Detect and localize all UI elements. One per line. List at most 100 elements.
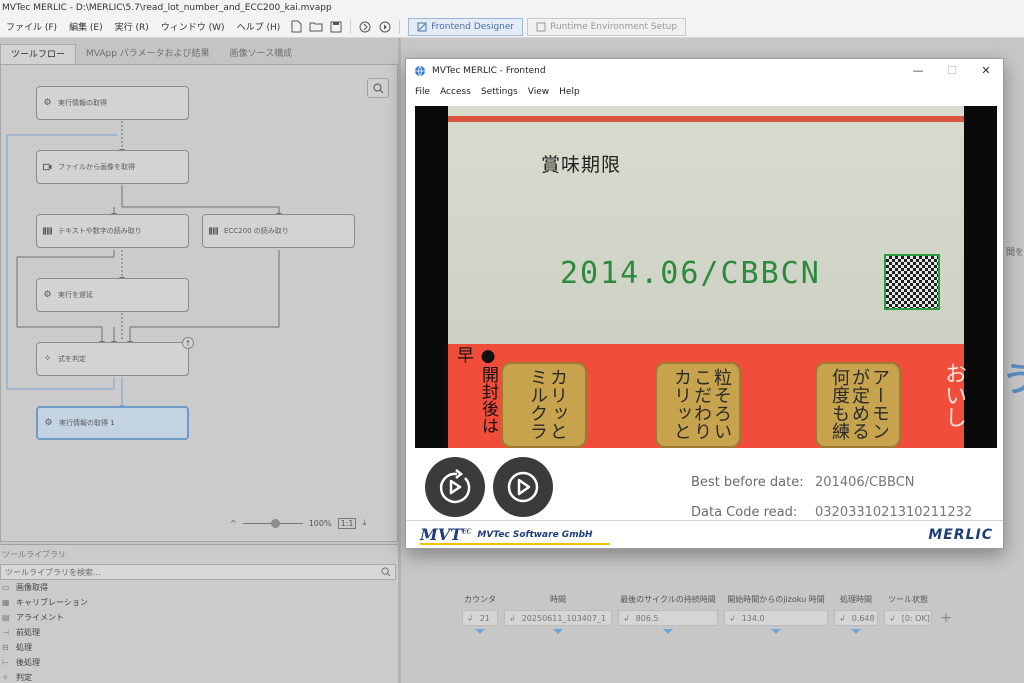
printed-lot-code: 2014.06/CBBCN [560,256,821,291]
tool-flow-canvas[interactable]: ⚙ 実行情報の取得 ファイルから画像を取得 テキストや数字の読み取り ECC20… [0,64,398,542]
expand-triangle-icon[interactable] [475,629,485,634]
results-bar: カウンタ ↲ 21 時間 ↲ 20250611_103407_1 最後のサイクルの持… [462,594,954,634]
open-folder-icon[interactable] [308,19,324,35]
package-label-text-2: 粒そろい こだわり カリッと [671,368,732,440]
gear-icon: ⚙ [43,98,52,108]
frontend-title: MVTec MERLIC - Frontend [432,65,546,76]
search-icon [381,567,391,577]
continuous-run-button[interactable] [493,457,553,517]
result-value[interactable]: ↲ 20250611_103407_1 [504,610,612,626]
zoom-slider[interactable] [242,518,303,528]
connect-arrow-icon: ↲ [889,613,896,623]
flow-node-get-exec-info-1[interactable]: ⚙ 実行情報の取得 1 [36,406,189,440]
flow-node-read-ecc200[interactable]: ECC200 の読み取り [202,214,355,248]
execution-controls [425,457,553,517]
result-since-start: 開始時間からのjizoku 時間 ↲ 134.0 [724,594,828,634]
barcode-icon [209,227,218,236]
result-value-text: 134.0 [741,613,765,623]
flow-node-label: テキストや数字の読み取り [58,227,142,235]
add-result-icon[interactable]: + [938,610,954,626]
menu-help[interactable]: ヘルプ (H) [231,20,287,33]
frontend-designer-button[interactable]: Frontend Designer [408,17,524,36]
package-label-text-3: アーモン が定める 何度も練 [829,368,890,440]
expand-triangle-icon[interactable] [771,629,781,634]
window-title: MVTec MERLIC - D:\MERLIC\5.7\read_lot_nu… [0,0,1024,16]
flow-node-label: ECC200 の読み取り [224,227,289,235]
camera-icon [43,163,52,172]
search-icon [373,83,383,93]
result-tool-state: ツール状態 ↲ [0: OK] [884,594,932,634]
flow-node-evaluate[interactable]: ✧ 式を判定 ↑ [36,337,194,376]
library-item-alignment[interactable]: ▤ アライメント [0,610,398,625]
library-item-process[interactable]: ⊟ 処理 [0,640,398,655]
tool-library-search[interactable]: ツールライブラリを検索... [0,564,396,580]
menu-file[interactable]: ファイル (F) [0,20,63,33]
runtime-setup-button[interactable]: Runtime Environment Setup [527,17,687,36]
library-item-judge[interactable]: ✧ 判定 [0,670,398,683]
save-icon[interactable] [328,19,344,35]
result-value[interactable]: ↲ 21 [462,610,498,626]
frontend-designer-label: Frontend Designer [431,21,515,32]
connect-arrow-icon: ↲ [509,613,516,623]
new-file-icon[interactable] [288,19,304,35]
gear-icon: ⚙ [43,290,52,300]
library-item-label: キャリブレーション [16,598,88,607]
minimize-icon[interactable]: — [901,59,935,82]
camera-icon: ▭ [2,583,10,592]
library-item-preprocess[interactable]: ⊣ 前処理 [0,625,398,640]
result-value-text: 20250611_103407_1 [521,613,607,623]
data-matrix-code [884,254,940,310]
tool-library: ツールライブラリ ツールライブラリを検索... ▭ 画像取得 ▦ キャリブレーション… [0,544,398,683]
library-item-label: アライメント [16,613,64,622]
flow-node-read-text[interactable]: テキストや数字の読み取り [36,214,189,248]
tab-mvapp-params[interactable]: MVApp パラメータおよび結果 [76,44,220,64]
result-value-text: 21 [479,613,490,623]
image-viewer[interactable]: 賞味期限 2014.06/CBBCN ●開封後は早 カリッと ミルクラ 粒そろい… [415,106,997,448]
close-icon[interactable]: ✕ [969,59,1003,82]
tab-image-source[interactable]: 画像ソース構成 [220,44,303,64]
data-code-value: 0320331021310211232 [815,504,973,520]
gear-icon: ⚙ [44,418,53,428]
result-value[interactable]: ↲ 0.648 [834,610,878,626]
fit-icon[interactable]: 1:1 [337,517,357,529]
connect-arrow-icon: ↲ [729,613,736,623]
result-value[interactable]: ↲ 134.0 [724,610,828,626]
menu-file[interactable]: File [410,87,435,97]
flow-node-delay[interactable]: ⚙ 実行を遅延 [36,278,189,312]
menu-settings[interactable]: Settings [476,87,523,97]
toolbar-separator [399,19,401,34]
run-single-icon[interactable] [357,19,373,35]
expand-triangle-icon[interactable] [553,629,563,634]
flow-node-get-exec-info[interactable]: ⚙ 実行情報の取得 [36,86,189,120]
download-icon[interactable]: ⤓ [362,518,366,528]
expand-triangle-icon[interactable] [851,629,861,634]
menu-help[interactable]: Help [554,87,585,97]
runtime-icon [536,22,546,31]
collapse-up-icon[interactable]: ^ [230,519,237,528]
library-item-acquire[interactable]: ▭ 画像取得 [0,580,398,595]
canvas-search-button[interactable] [367,78,389,98]
flow-node-label: 式を判定 [58,355,86,363]
result-value[interactable]: ↲ 806.5 [618,610,718,626]
result-counter: カウンタ ↲ 21 [462,594,498,634]
best-before-value: 201406/CBBCN [815,474,915,490]
expand-triangle-icon[interactable] [663,629,673,634]
continuous-run-icon [507,471,539,503]
menu-edit[interactable]: 編集 (E) [63,20,109,33]
single-run-button[interactable] [425,457,485,517]
expand-up-icon[interactable]: ↑ [182,337,194,349]
package-side-text: ●開封後は早 [453,346,498,434]
menu-access[interactable]: Access [435,87,476,97]
menu-window[interactable]: ウィンドウ (W) [155,20,231,33]
barcode-icon [43,227,52,236]
run-continuous-icon[interactable] [377,19,393,35]
library-item-postprocess[interactable]: ⊢ 後処理 [0,655,398,670]
menu-run[interactable]: 実行 (R) [109,20,155,33]
result-value[interactable]: ↲ [0: OK] [884,610,932,626]
flow-node-get-image-file[interactable]: ファイルから画像を取得 [36,150,189,184]
menu-view[interactable]: View [523,87,554,97]
tab-tool-flow[interactable]: ツールフロー [0,44,77,64]
single-run-icon [439,469,471,504]
library-item-calibration[interactable]: ▦ キャリブレーション [0,595,398,610]
zoom-slider-thumb[interactable] [270,518,280,528]
